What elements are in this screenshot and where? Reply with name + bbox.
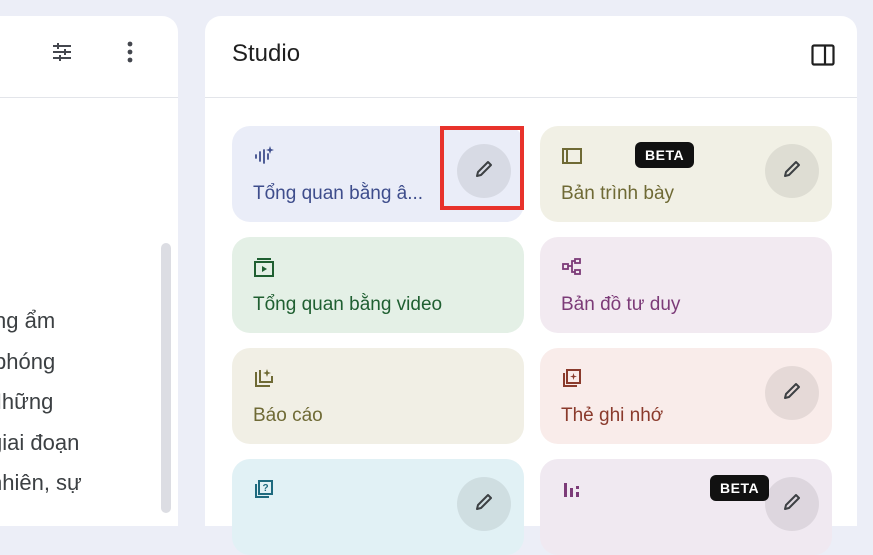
card-label: Bản trình bày	[561, 183, 675, 204]
card-quiz[interactable]: ?	[232, 459, 524, 555]
card-infographic[interactable]: BETA	[540, 459, 832, 555]
mind-map-icon	[561, 256, 583, 278]
highlight-box	[440, 126, 524, 210]
card-report[interactable]: Báo cáo	[232, 348, 524, 444]
edit-button-infographic[interactable]	[765, 477, 819, 531]
card-label: Báo cáo	[253, 405, 323, 426]
text-line: ng ẩm	[0, 308, 56, 333]
flashcard-icon	[561, 367, 583, 389]
text-line: phóng	[0, 348, 56, 374]
edit-button-quiz[interactable]	[457, 477, 511, 531]
card-label: Thẻ ghi nhớ	[561, 405, 664, 426]
edit-button-slides[interactable]	[765, 144, 819, 198]
text-line: nhiên, sự	[0, 470, 82, 495]
pencil-icon	[781, 380, 803, 407]
card-label: Tổng quan bằng â...	[253, 183, 424, 204]
card-label: Bản đồ tư duy	[561, 294, 681, 315]
dock-panel-icon[interactable]	[811, 44, 835, 66]
studio-title: Studio	[232, 40, 301, 67]
card-mind-map[interactable]: Bản đồ tư duy	[540, 237, 832, 333]
more-vert-icon[interactable]	[116, 38, 144, 66]
beta-badge: BETA	[710, 475, 770, 501]
pencil-icon	[781, 491, 803, 518]
slides-icon	[561, 145, 583, 167]
beta-badge: BETA	[635, 142, 695, 168]
pencil-icon	[781, 158, 803, 185]
edit-button-flashcards[interactable]	[765, 366, 819, 420]
source-text: ng ẩm phóng Những giai đoạn nhiên, sự	[0, 301, 150, 504]
text-line: giai đoạn	[0, 429, 80, 455]
quiz-icon: ?	[253, 478, 275, 500]
left-divider	[0, 97, 178, 98]
card-label: Tổng quan bằng video	[253, 294, 443, 315]
text-line: Những	[0, 389, 54, 414]
pencil-icon	[473, 491, 495, 518]
studio-divider	[205, 97, 857, 98]
audio-sparkle-icon	[253, 145, 275, 167]
svg-text:?: ?	[262, 483, 268, 494]
video-icon	[253, 256, 275, 278]
card-flashcards[interactable]: Thẻ ghi nhớ	[540, 348, 832, 444]
scrollbar[interactable]	[161, 243, 171, 513]
card-slides[interactable]: BETA Bản trình bày	[540, 126, 832, 222]
infographic-icon	[561, 478, 583, 500]
report-icon	[253, 367, 275, 389]
card-video-overview[interactable]: Tổng quan bằng video	[232, 237, 524, 333]
tune-icon[interactable]	[48, 38, 76, 66]
